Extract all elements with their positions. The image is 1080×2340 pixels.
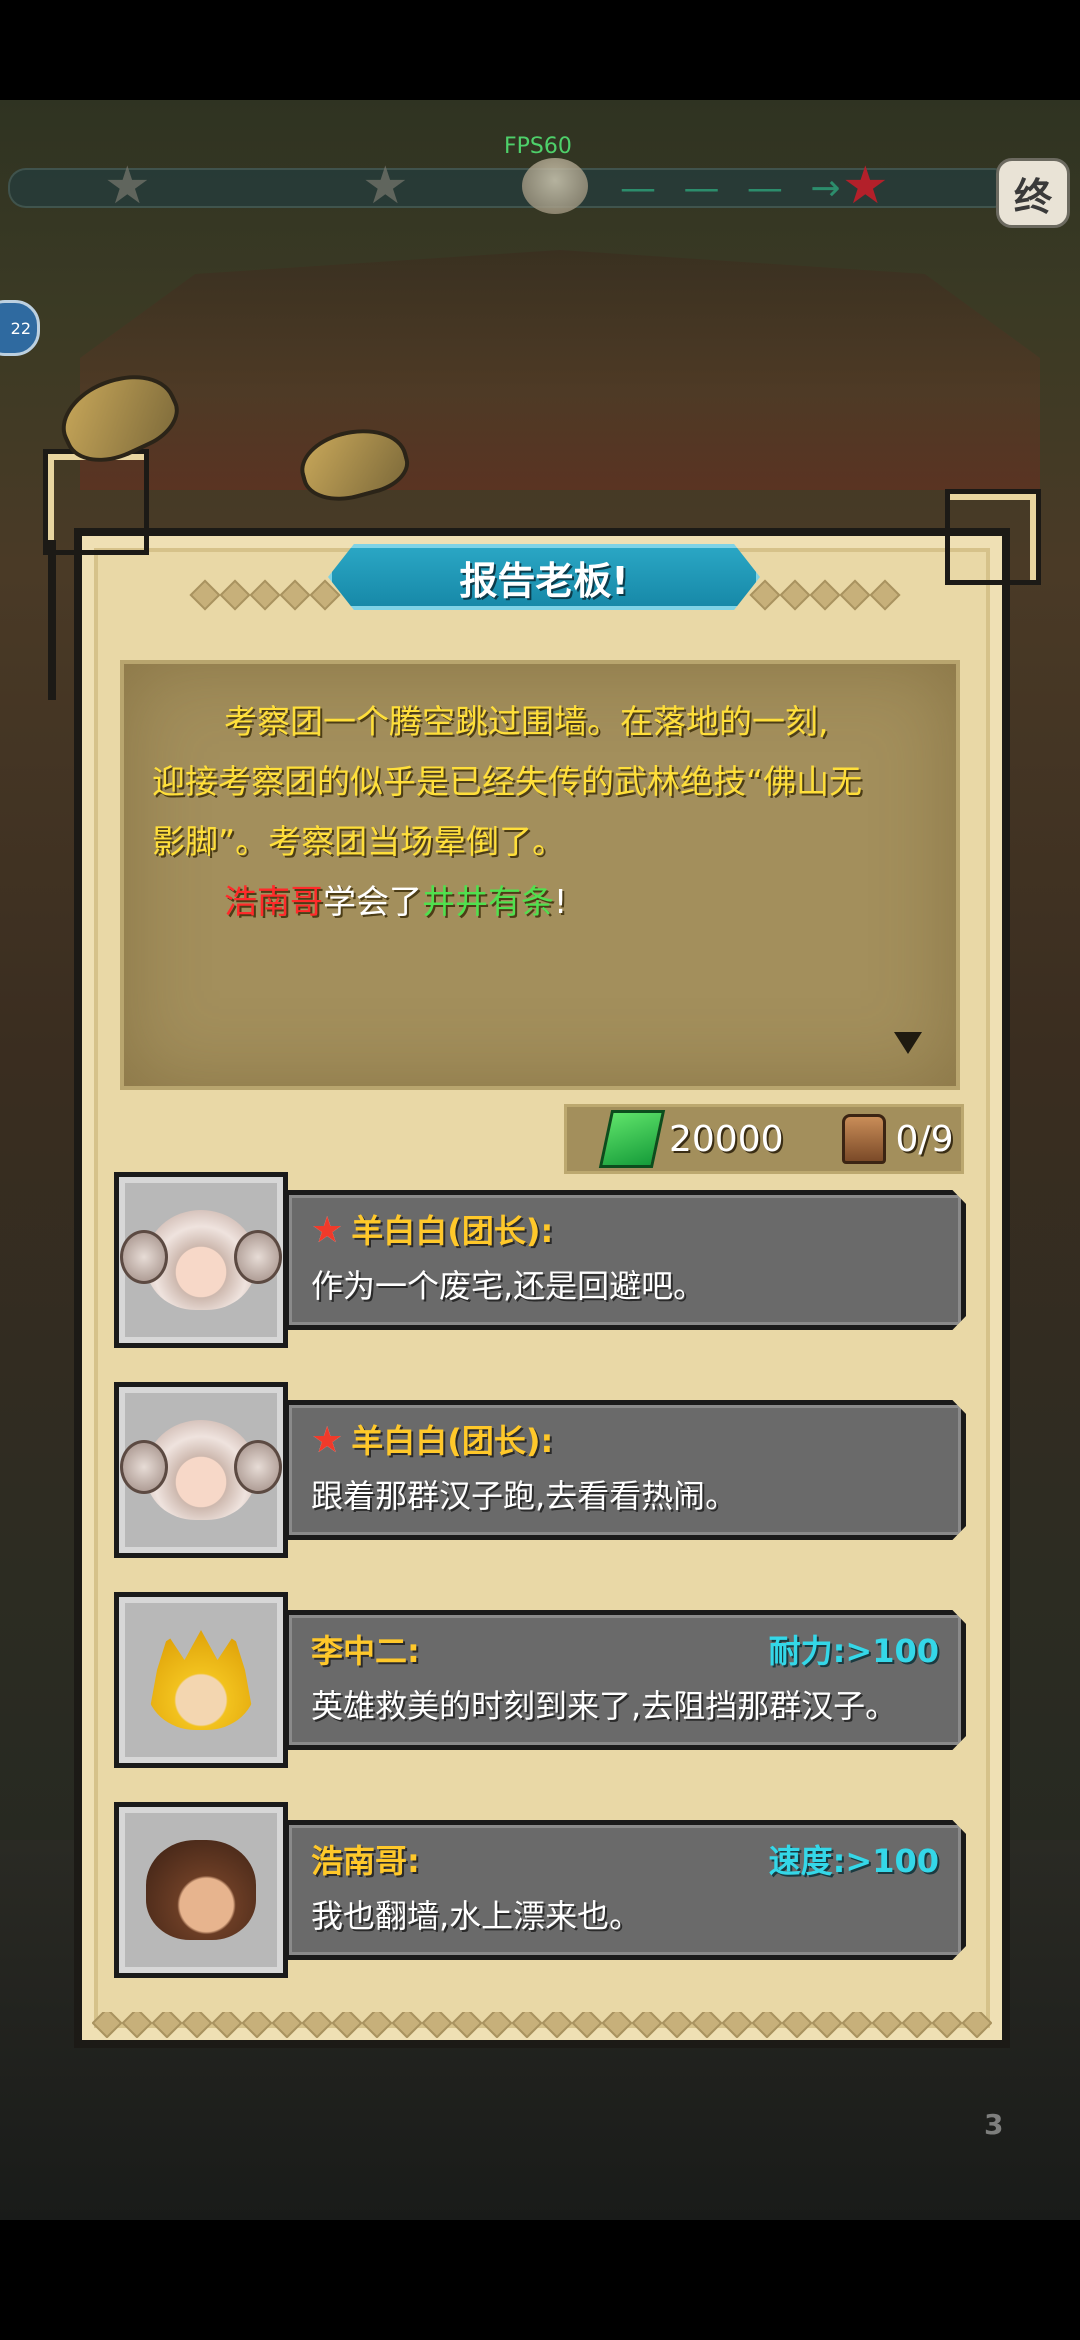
end-button[interactable]: 终 [996, 158, 1070, 228]
choice-option-4[interactable]: 浩南哥: 速度:>100 我也翻墙,水上漂来也。 [114, 1802, 966, 1978]
speaker: ★ 羊白白(团长): [311, 1414, 553, 1468]
story-text-box[interactable]: 考察团一个腾空跳过围墙。在落地的一刻, 迎接考察团的似乎是已经失传的武林绝技“佛… [120, 660, 960, 1090]
speaker-name: 羊白白(团长): [351, 1212, 554, 1250]
story-line: 迎接考察团的似乎是已经失传的武林绝技“佛山无 [152, 762, 863, 801]
character-name: 浩南哥 [224, 882, 323, 921]
choice-bubble[interactable]: ★ 羊白白(团长): 跟着那群汉子跑,去看看热闹。 [284, 1400, 966, 1540]
temple-roof [80, 250, 1040, 490]
learn-result: 浩南哥学会了井井有条! [152, 872, 932, 932]
choice-option-1[interactable]: ★ 羊白白(团长): 作为一个废宅,还是回避吧。 [114, 1172, 966, 1348]
choice-text: 作为一个废宅,还是回避吧。 [311, 1267, 706, 1305]
backpack-icon [841, 1114, 886, 1164]
leader-star-icon: ★ [311, 1420, 344, 1461]
requirement: 耐力:>100 [768, 1632, 939, 1670]
goal-star-icon: ★ [842, 156, 889, 216]
speaker-name: 羊白白(团长): [351, 1422, 554, 1460]
ornament-row [92, 2012, 992, 2038]
choice-option-2[interactable]: ★ 羊白白(团长): 跟着那群汉子跑,去看看热闹。 [114, 1382, 966, 1558]
ram-girl-avatar [120, 1210, 282, 1310]
resource-bar: 20000 0/9 [564, 1104, 964, 1174]
speaker-name: 李中二: [311, 1632, 420, 1670]
continue-arrow-icon [894, 1032, 922, 1054]
ram-girl-avatar [120, 1420, 282, 1520]
requirement: 速度:>100 [768, 1842, 939, 1880]
corner-ornament [43, 449, 149, 555]
story-line: 影脚”。考察团当场晕倒了。 [152, 822, 566, 861]
portrait [114, 1592, 288, 1768]
money-value: 20000 [669, 1118, 784, 1160]
choice-option-3[interactable]: 李中二: 耐力:>100 英雄救美的时刻到来了,去阻挡那群汉子。 [114, 1592, 966, 1768]
star-icon: ★ [362, 156, 409, 216]
choice-text: 跟着那群汉子跑,去看看热闹。 [311, 1477, 738, 1515]
skill-name: 井井有条 [422, 882, 554, 921]
arrow-icons: — — — → [620, 168, 849, 209]
portrait [114, 1172, 288, 1348]
speaker: 李中二: [311, 1624, 420, 1678]
mascot-icon [522, 158, 588, 214]
item-count: 0/9 [895, 1118, 954, 1160]
star-icon: ★ [104, 156, 151, 216]
story-line: 考察团一个腾空跳过围墙。在落地的一刻, [224, 702, 829, 741]
scroll-button[interactable]: 3 [918, 2064, 1048, 2174]
speaker-name: 浩南哥: [311, 1842, 420, 1880]
portrait [114, 1382, 288, 1558]
brown-hair-avatar [146, 1840, 256, 1940]
learn-punct: ! [554, 882, 568, 921]
ornament-row [189, 579, 341, 611]
corner-ornament [945, 489, 1041, 585]
spiky-hair-avatar [146, 1630, 256, 1730]
choice-text: 英雄救美的时刻到来了,去阻挡那群汉子。 [311, 1687, 898, 1725]
leader-star-icon: ★ [311, 1210, 344, 1251]
speaker: ★ 羊白白(团长): [311, 1204, 553, 1258]
choice-bubble[interactable]: ★ 羊白白(团长): 作为一个废宅,还是回避吧。 [284, 1190, 966, 1330]
speaker: 浩南哥: [311, 1834, 420, 1888]
choice-text: 我也翻墙,水上漂来也。 [311, 1897, 642, 1935]
scroll-count: 3 [984, 2108, 1004, 2141]
choice-bubble[interactable]: 李中二: 耐力:>100 英雄救美的时刻到来了,去阻挡那群汉子。 [284, 1610, 966, 1750]
ornament-row [749, 579, 901, 611]
choice-bubble[interactable]: 浩南哥: 速度:>100 我也翻墙,水上漂来也。 [284, 1820, 966, 1960]
learn-text: 学会了 [323, 882, 422, 921]
cash-icon [598, 1110, 666, 1168]
frame-edge [48, 540, 56, 700]
portrait [114, 1802, 288, 1978]
dialog-title: 报告老板! [328, 544, 760, 610]
fps-counter: FPS60 [504, 134, 572, 159]
